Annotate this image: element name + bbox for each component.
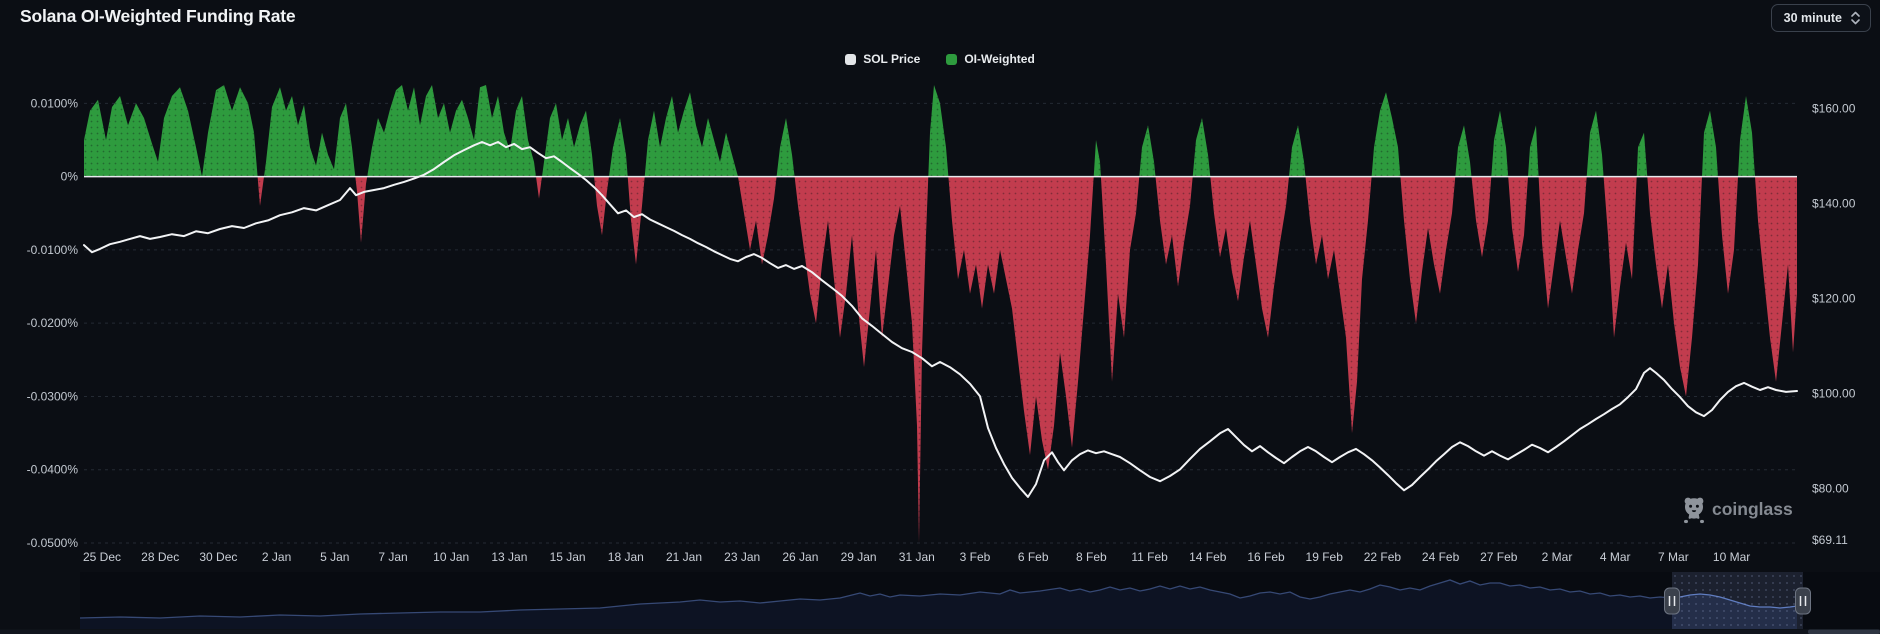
left-axis-labels: 0.0100% 0% -0.0100% -0.0200% -0.0300% -0.0400… (27, 96, 79, 550)
right-axis-tick: $120.00 (1812, 291, 1856, 305)
right-axis-tick: $160.00 (1812, 101, 1856, 115)
x-axis-tick: 23 Jan (724, 550, 760, 564)
x-axis-tick: 31 Jan (899, 550, 935, 564)
left-axis-tick: -0.0400% (27, 463, 79, 477)
x-axis-tick: 18 Jan (608, 550, 644, 564)
x-axis-tick: 6 Feb (1018, 550, 1049, 564)
navigator-right-handle[interactable] (1795, 587, 1811, 615)
x-axis-tick: 8 Feb (1076, 550, 1107, 564)
scrollbar-track[interactable] (0, 629, 1880, 634)
scrollbar-thumb[interactable] (1808, 629, 1880, 634)
coinglass-watermark-text: coinglass (1712, 498, 1793, 519)
plot-area[interactable] (84, 85, 1797, 543)
x-axis-tick: 26 Jan (782, 550, 818, 564)
left-axis-tick: -0.0100% (27, 243, 79, 257)
navigator-left-handle[interactable] (1664, 587, 1680, 615)
navigator-dim-left (80, 572, 1672, 629)
coinglass-watermark: coinglass (1682, 494, 1793, 524)
left-axis-tick: 0.0100% (31, 96, 79, 110)
left-axis-tick: 0% (61, 170, 79, 184)
x-axis-tick: 28 Dec (141, 550, 179, 564)
x-axis-tick: 22 Feb (1364, 550, 1402, 564)
right-axis-labels: $160.00 $140.00 $120.00 $100.00 $80.00 $69.11 (1812, 101, 1856, 547)
x-axis-tick: 11 Feb (1131, 550, 1168, 564)
right-axis-tick: $80.00 (1812, 481, 1849, 495)
x-axis-tick: 30 Dec (199, 550, 237, 564)
navigator-selected-texture (1672, 572, 1803, 629)
right-axis-tick: $69.11 (1812, 533, 1848, 547)
x-axis-tick: 10 Mar (1713, 550, 1750, 564)
x-axis-tick: 10 Jan (433, 550, 469, 564)
x-axis-tick: 27 Feb (1480, 550, 1518, 564)
main-chart[interactable]: 0.0100% 0% -0.0100% -0.0200% -0.0300% -0.0400… (0, 0, 1880, 634)
x-axis-tick: 16 Feb (1247, 550, 1285, 564)
navigator-dim-right (1803, 572, 1880, 629)
x-axis-tick: 29 Jan (841, 550, 877, 564)
x-axis-tick: 21 Jan (666, 550, 702, 564)
funding-rate-chart-page: Solana OI-Weighted Funding Rate 30 minut… (0, 0, 1880, 634)
x-axis-labels: 25 Dec 28 Dec 30 Dec 2 Jan 5 Jan 7 Jan 10 Jan 1… (83, 550, 1750, 564)
left-axis-tick: -0.0200% (27, 316, 79, 330)
x-axis-tick: 2 Jan (262, 550, 291, 564)
x-axis-tick: 3 Feb (960, 550, 991, 564)
x-axis-tick: 13 Jan (491, 550, 527, 564)
x-axis-tick: 25 Dec (83, 550, 121, 564)
x-axis-tick: 14 Feb (1189, 550, 1227, 564)
x-axis-tick: 2 Mar (1542, 550, 1573, 564)
x-axis-tick: 7 Mar (1658, 550, 1689, 564)
x-axis-tick: 19 Feb (1306, 550, 1344, 564)
left-axis-tick: -0.0500% (27, 536, 79, 550)
x-axis-tick: 15 Jan (550, 550, 586, 564)
navigator[interactable] (79, 572, 1880, 629)
x-axis-tick: 4 Mar (1600, 550, 1631, 564)
x-axis-tick: 7 Jan (378, 550, 407, 564)
left-axis-tick: -0.0300% (27, 389, 79, 403)
right-axis-tick: $100.00 (1812, 386, 1856, 400)
coinglass-logo-icon (1682, 494, 1706, 524)
x-axis-tick: 5 Jan (320, 550, 349, 564)
x-axis-tick: 24 Feb (1422, 550, 1460, 564)
right-axis-tick: $140.00 (1812, 196, 1856, 210)
